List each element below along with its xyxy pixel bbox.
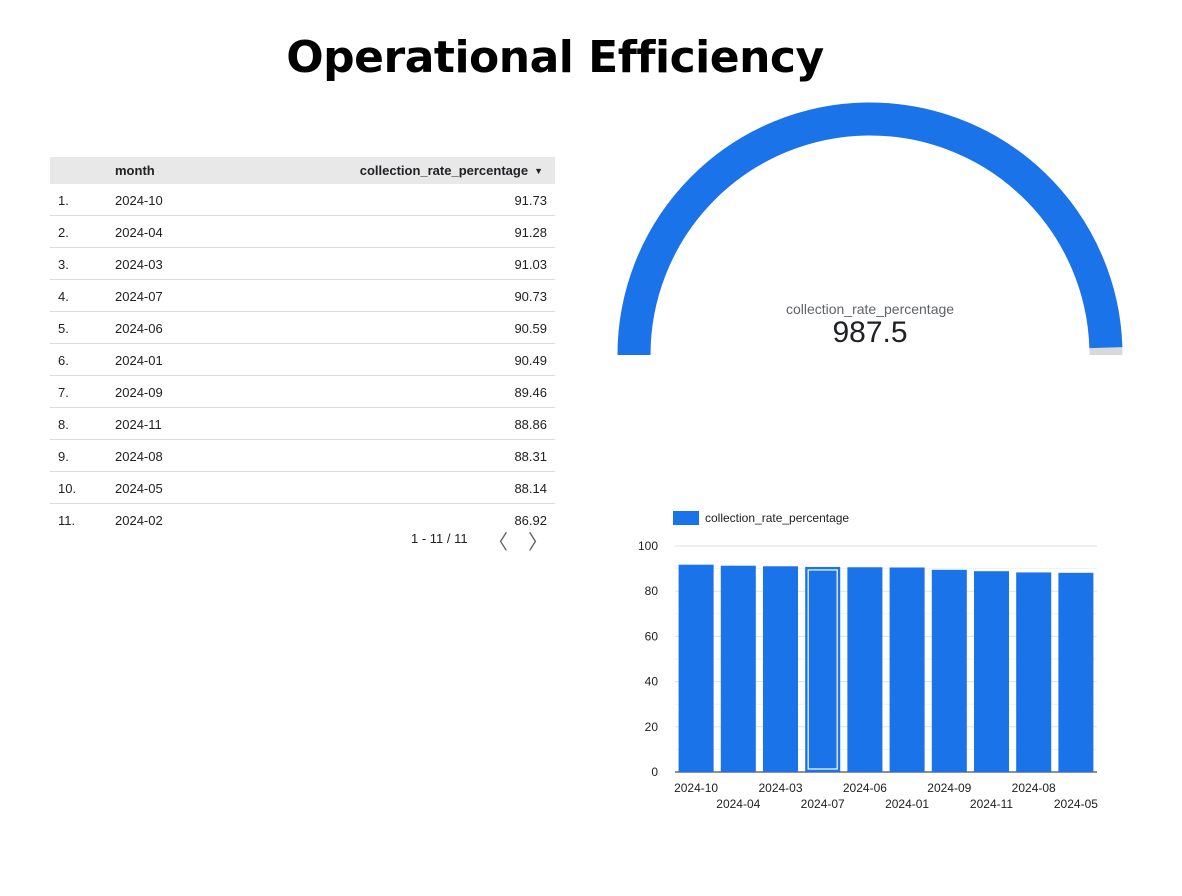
bar xyxy=(889,567,925,772)
bar xyxy=(720,565,756,772)
row-month: 2024-01 xyxy=(115,353,163,368)
x-tick-label: 2024-05 xyxy=(1054,797,1098,811)
row-value: 91.73 xyxy=(514,193,547,208)
row-month: 2024-07 xyxy=(115,289,163,304)
row-month: 2024-06 xyxy=(115,321,163,336)
row-index: 11. xyxy=(58,513,76,528)
table-row[interactable]: 1. 2024-10 91.73 xyxy=(50,184,555,216)
table-row[interactable]: 5. 2024-06 90.59 xyxy=(50,312,555,344)
row-value: 91.03 xyxy=(514,257,547,272)
x-tick-label: 2024-06 xyxy=(843,781,887,795)
sort-desc-icon[interactable]: ▼ xyxy=(534,166,543,176)
row-index: 3. xyxy=(58,257,69,272)
row-month: 2024-04 xyxy=(115,225,163,240)
row-index: 4. xyxy=(58,289,69,304)
row-index: 5. xyxy=(58,321,69,336)
row-index: 9. xyxy=(58,449,69,464)
x-tick-label: 2024-03 xyxy=(758,781,802,795)
row-month: 2024-03 xyxy=(115,257,163,272)
table-body: 1. 2024-10 91.73 2. 2024-04 91.28 3. 2024-03 91.… xyxy=(50,184,555,535)
chevron-right-icon[interactable]: 〉 xyxy=(528,526,548,555)
data-table: month collection_rate_percentage ▼ 1. 2024… xyxy=(50,157,555,535)
row-value: 89.46 xyxy=(514,385,547,400)
row-index: 1. xyxy=(58,193,69,208)
x-tick-label: 2024-11 xyxy=(970,797,1013,811)
row-month: 2024-02 xyxy=(115,513,163,528)
table-row[interactable]: 2. 2024-04 91.28 xyxy=(50,216,555,248)
x-tick-label: 2024-10 xyxy=(674,781,718,795)
bar xyxy=(1016,572,1052,772)
row-month: 2024-05 xyxy=(115,481,163,496)
x-tick-label: 2024-07 xyxy=(801,797,845,811)
gauge-value: 987.5 xyxy=(832,316,908,349)
y-tick-label: 100 xyxy=(638,539,658,553)
x-tick-label: 2024-04 xyxy=(716,797,760,811)
x-tick-label: 2024-01 xyxy=(885,797,929,811)
bar xyxy=(762,566,799,772)
row-value: 90.59 xyxy=(514,321,547,336)
row-month: 2024-09 xyxy=(115,385,163,400)
table-row[interactable]: 3. 2024-03 91.03 xyxy=(50,248,555,280)
table-row[interactable]: 7. 2024-09 89.46 xyxy=(50,376,555,408)
row-index: 2. xyxy=(58,225,69,240)
row-month: 2024-08 xyxy=(115,449,163,464)
pagination-text: 1 - 11 / 11 xyxy=(411,531,468,546)
column-header-label: collection_rate_percentage xyxy=(359,163,529,178)
table-row[interactable]: 10. 2024-05 88.14 xyxy=(50,472,555,504)
column-header-collection-rate[interactable]: collection_rate_percentage ▼ xyxy=(360,163,543,178)
row-value: 88.31 xyxy=(514,449,547,464)
table-row[interactable]: 4. 2024-07 90.73 xyxy=(50,280,555,312)
bar xyxy=(678,564,714,772)
table-row[interactable]: 9. 2024-08 88.31 xyxy=(50,440,555,472)
row-value: 90.73 xyxy=(514,289,547,304)
row-value: 88.86 xyxy=(514,417,547,432)
y-tick-label: 0 xyxy=(651,765,658,779)
row-index: 10. xyxy=(58,481,77,496)
row-index: 7. xyxy=(58,385,69,400)
table-row[interactable]: 8. 2024-11 88.86 xyxy=(50,408,555,440)
bar-chart: 0 20 40 60 80 100 2024-10 2024-04 2024-03 2024-07… xyxy=(638,539,1098,811)
table-row[interactable]: 6. 2024-01 90.49 xyxy=(50,344,555,376)
row-index: 6. xyxy=(58,353,69,368)
bar xyxy=(847,567,883,772)
y-tick-label: 40 xyxy=(645,675,659,689)
row-month: 2024-10 xyxy=(115,193,163,208)
bar xyxy=(1058,572,1094,772)
y-tick-label: 60 xyxy=(645,629,659,643)
bar xyxy=(805,566,841,772)
y-tick-label: 20 xyxy=(645,720,659,734)
row-index: 8. xyxy=(58,417,69,432)
table-row[interactable]: 11. 2024-02 86.92 xyxy=(50,504,555,535)
gauge-label: collection_rate_percentage xyxy=(785,301,955,317)
row-month: 2024-11 xyxy=(115,417,162,432)
column-header-month[interactable]: month xyxy=(115,163,155,178)
x-tick-label: 2024-09 xyxy=(927,781,971,795)
x-tick-label: 2024-08 xyxy=(1012,781,1056,795)
page-title: Operational Efficiency xyxy=(286,32,824,83)
row-value: 90.49 xyxy=(514,353,547,368)
chevron-left-icon[interactable]: 〈 xyxy=(488,526,508,555)
bar xyxy=(931,569,967,772)
row-value: 88.14 xyxy=(514,481,547,496)
bar xyxy=(973,571,1010,772)
table-header: month collection_rate_percentage ▼ xyxy=(50,157,555,184)
row-value: 91.28 xyxy=(514,225,547,240)
y-tick-label: 80 xyxy=(645,584,659,598)
